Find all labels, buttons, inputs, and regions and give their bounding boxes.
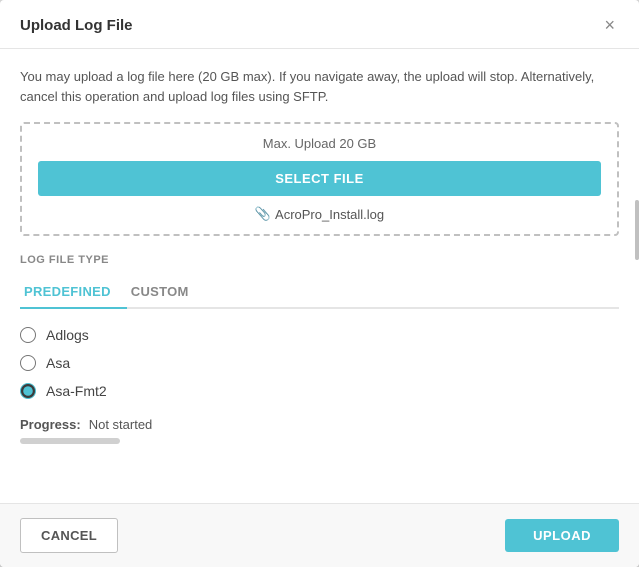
radio-asa-fmt2[interactable] (20, 383, 36, 399)
scrollbar[interactable] (635, 200, 639, 260)
description-text: You may upload a log file here (20 GB ma… (20, 67, 619, 106)
progress-label: Progress: (20, 417, 81, 432)
cancel-button[interactable]: CANCEL (20, 518, 118, 553)
tab-predefined[interactable]: PREDEFINED (20, 276, 127, 309)
dialog-body: You may upload a log file here (20 GB ma… (0, 49, 639, 503)
selected-file-name: AcroPro_Install.log (275, 207, 384, 222)
log-type-tabs: PREDEFINED CUSTOM (20, 276, 619, 309)
radio-item-adlogs[interactable]: Adlogs (20, 327, 619, 343)
radio-label-adlogs: Adlogs (46, 327, 89, 343)
upload-drop-zone: Max. Upload 20 GB SELECT FILE 📎 AcroPro_… (20, 122, 619, 236)
dialog-footer: CANCEL UPLOAD (0, 503, 639, 567)
upload-log-file-dialog: Upload Log File × You may upload a log f… (0, 0, 639, 567)
upload-max-label: Max. Upload 20 GB (38, 136, 601, 151)
log-file-type-label: LOG FILE TYPE (20, 254, 619, 266)
tab-custom[interactable]: CUSTOM (127, 276, 205, 309)
radio-label-asa: Asa (46, 355, 70, 371)
radio-adlogs[interactable] (20, 327, 36, 343)
upload-button[interactable]: UPLOAD (505, 519, 619, 552)
progress-status: Not started (89, 417, 153, 432)
log-type-radio-group: Adlogs Asa Asa-Fmt2 (20, 327, 619, 399)
progress-row: Progress: Not started (20, 417, 619, 432)
close-button[interactable]: × (600, 14, 619, 36)
dialog-header: Upload Log File × (0, 0, 639, 49)
selected-file-display: 📎 AcroPro_Install.log (38, 206, 601, 222)
attachment-icon: 📎 (255, 206, 271, 222)
radio-label-asa-fmt2: Asa-Fmt2 (46, 383, 107, 399)
dialog-title: Upload Log File (20, 17, 133, 34)
radio-item-asa[interactable]: Asa (20, 355, 619, 371)
select-file-button[interactable]: SELECT FILE (38, 161, 601, 196)
progress-bar-container (20, 438, 120, 444)
radio-asa[interactable] (20, 355, 36, 371)
radio-item-asa-fmt2[interactable]: Asa-Fmt2 (20, 383, 619, 399)
